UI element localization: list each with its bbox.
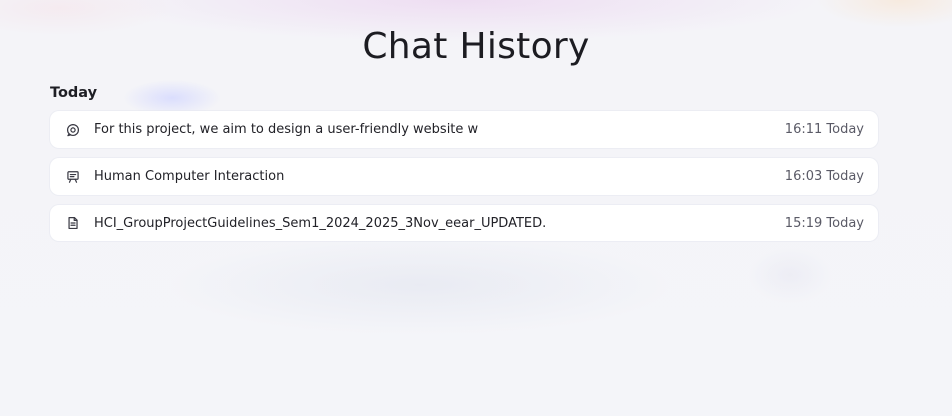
history-item-project-description[interactable]: For this project, we aim to design a use…	[50, 111, 878, 148]
document-icon	[65, 215, 81, 231]
history-item-title: HCI_GroupProjectGuidelines_Sem1_2024_202…	[94, 215, 547, 231]
history-item-time: 16:11 Today	[784, 122, 864, 137]
chat-history-page: Chat History Today For this project, we …	[0, 0, 952, 416]
history-item-title: For this project, we aim to design a use…	[94, 122, 479, 137]
history-item-human-computer-interaction[interactable]: Human Computer Interaction 16:03 Today	[50, 158, 878, 195]
presentation-board-icon	[65, 169, 81, 185]
history-list: For this project, we aim to design a use…	[50, 111, 878, 251]
history-item-hci-guidelines-document[interactable]: HCI_GroupProjectGuidelines_Sem1_2024_202…	[50, 205, 878, 241]
history-item-time: 16:03 Today	[784, 169, 864, 184]
page-title: Chat History	[362, 26, 590, 67]
section-label-today: Today	[50, 85, 98, 101]
history-item-title: Human Computer Interaction	[94, 169, 285, 184]
chat-bubble-icon	[65, 122, 81, 138]
history-item-time: 15:19 Today	[784, 215, 864, 231]
